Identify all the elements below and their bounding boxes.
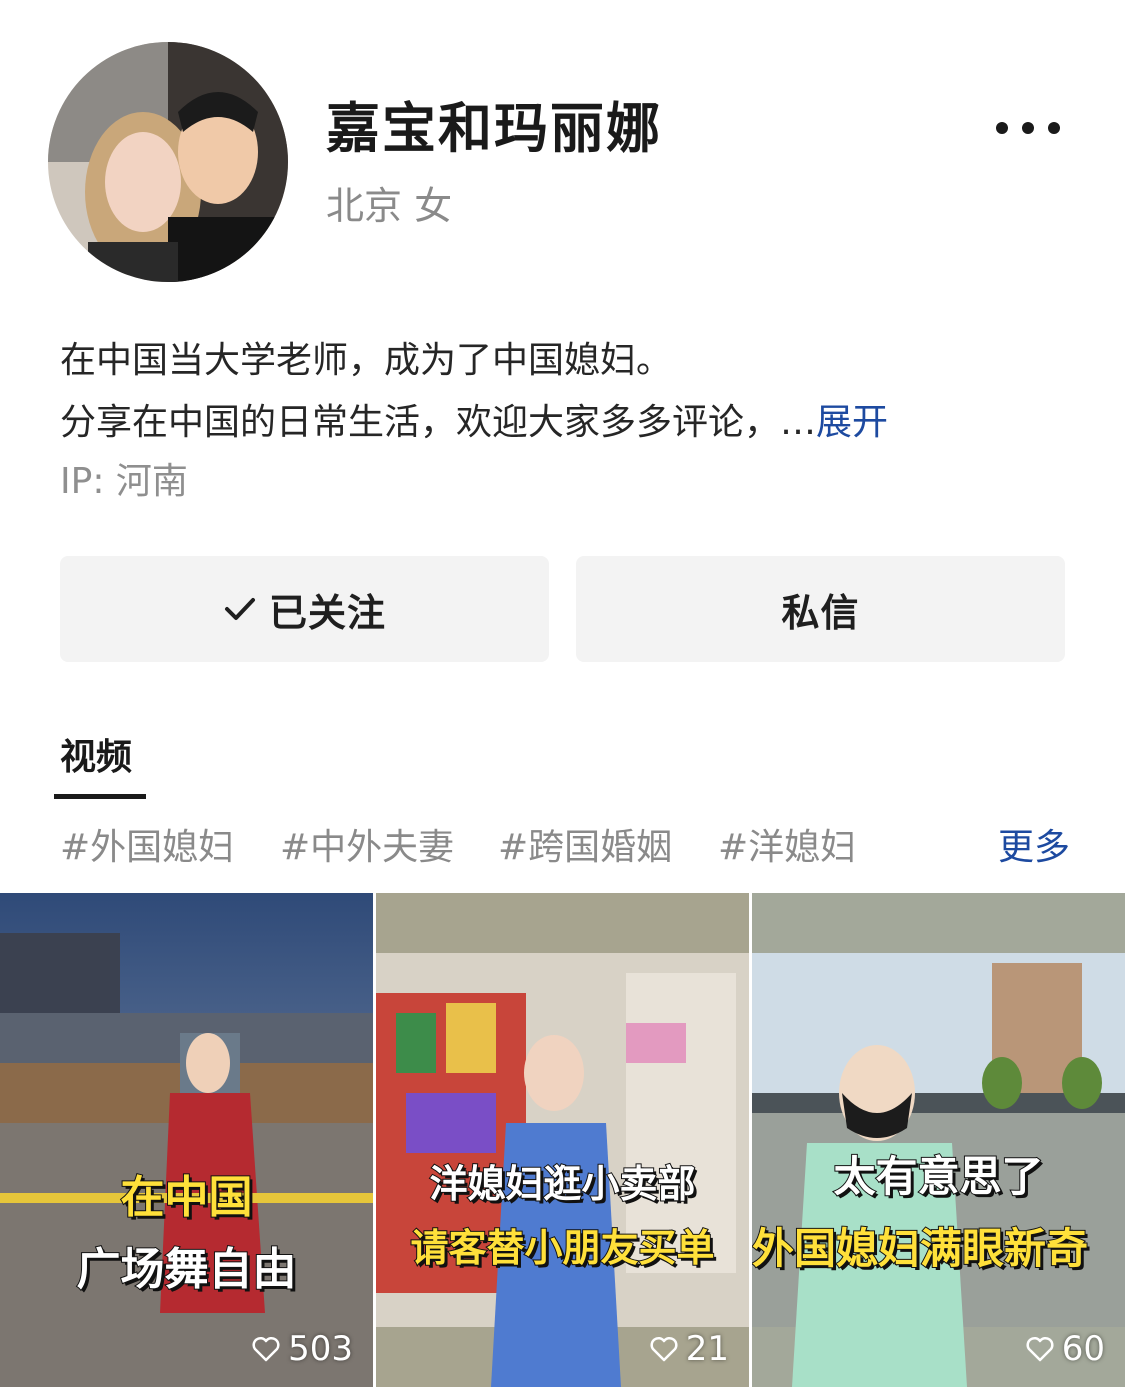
- message-label: 私信: [781, 590, 860, 635]
- following-button[interactable]: 已关注: [60, 556, 549, 662]
- video-caption-line-1: 洋媳妇逛小卖部: [428, 1161, 696, 1207]
- video-caption-line-1: 在中国: [120, 1171, 254, 1224]
- bio-line-1: 在中国当大学老师，成为了中国媳妇。: [60, 340, 673, 381]
- hashtag-chip[interactable]: #跨国婚姻: [498, 822, 672, 874]
- profile-name: 嘉宝和玛丽娜: [326, 97, 662, 160]
- hashtag-bar: #外国媳妇 #中外夫妻 #跨国婚姻 #洋媳妇 更多: [60, 822, 1070, 874]
- heart-outline-icon: [252, 1336, 280, 1362]
- heart-outline-icon: [650, 1336, 678, 1362]
- more-options-button[interactable]: [996, 110, 1060, 146]
- video-likes-count: 503: [288, 1329, 353, 1369]
- video-grid: 在中国 广场舞自由 503 洋媳妇逛小卖部 请客替小朋友买单 21 太有意思了 …: [0, 893, 1125, 1387]
- video-likes: 503: [252, 1329, 353, 1369]
- bio-line-2: 分享在中国的日常生活，欢迎大家多多评论，…展开: [60, 402, 889, 443]
- more-horizontal-icon: [996, 122, 1008, 134]
- video-likes: 60: [1026, 1329, 1105, 1369]
- tags-more-link[interactable]: 更多: [998, 822, 1070, 874]
- ip-location: IP: 河南: [60, 461, 188, 502]
- tab-videos[interactable]: 视频: [60, 732, 132, 784]
- video-likes-count: 21: [685, 1329, 729, 1369]
- message-button[interactable]: 私信: [576, 556, 1065, 662]
- bio-expand-link[interactable]: 展开: [816, 402, 888, 443]
- location-gender: 北京 女: [326, 184, 453, 228]
- check-icon: [223, 594, 257, 624]
- hashtag-chip[interactable]: #中外夫妻: [280, 822, 454, 874]
- hashtag-chip[interactable]: #洋媳妇: [718, 822, 856, 874]
- video-caption-line-1: 太有意思了: [832, 1151, 1044, 1202]
- video-likes-count: 60: [1061, 1329, 1105, 1369]
- bio: 在中国当大学老师，成为了中国媳妇。 分享在中国的日常生活，欢迎大家多多评论，…展…: [60, 330, 1070, 454]
- video-caption-line-2: 广场舞自由: [76, 1243, 298, 1296]
- video-thumbnail[interactable]: 洋媳妇逛小卖部 请客替小朋友买单 21: [376, 893, 749, 1387]
- video-caption-line-2: 请客替小朋友买单: [409, 1225, 715, 1271]
- following-label: 已关注: [268, 590, 386, 635]
- hashtag-chip[interactable]: #外国媳妇: [60, 822, 234, 874]
- heart-outline-icon: [1026, 1336, 1054, 1362]
- video-thumbnail[interactable]: 在中国 广场舞自由 503: [0, 893, 373, 1387]
- avatar[interactable]: [48, 42, 288, 282]
- video-caption-line-2: 外国媳妇满眼新奇: [752, 1223, 1089, 1274]
- video-thumbnail[interactable]: 太有意思了 外国媳妇满眼新奇 60: [752, 893, 1125, 1387]
- tab-active-indicator: [54, 794, 146, 799]
- video-likes: 21: [650, 1329, 729, 1369]
